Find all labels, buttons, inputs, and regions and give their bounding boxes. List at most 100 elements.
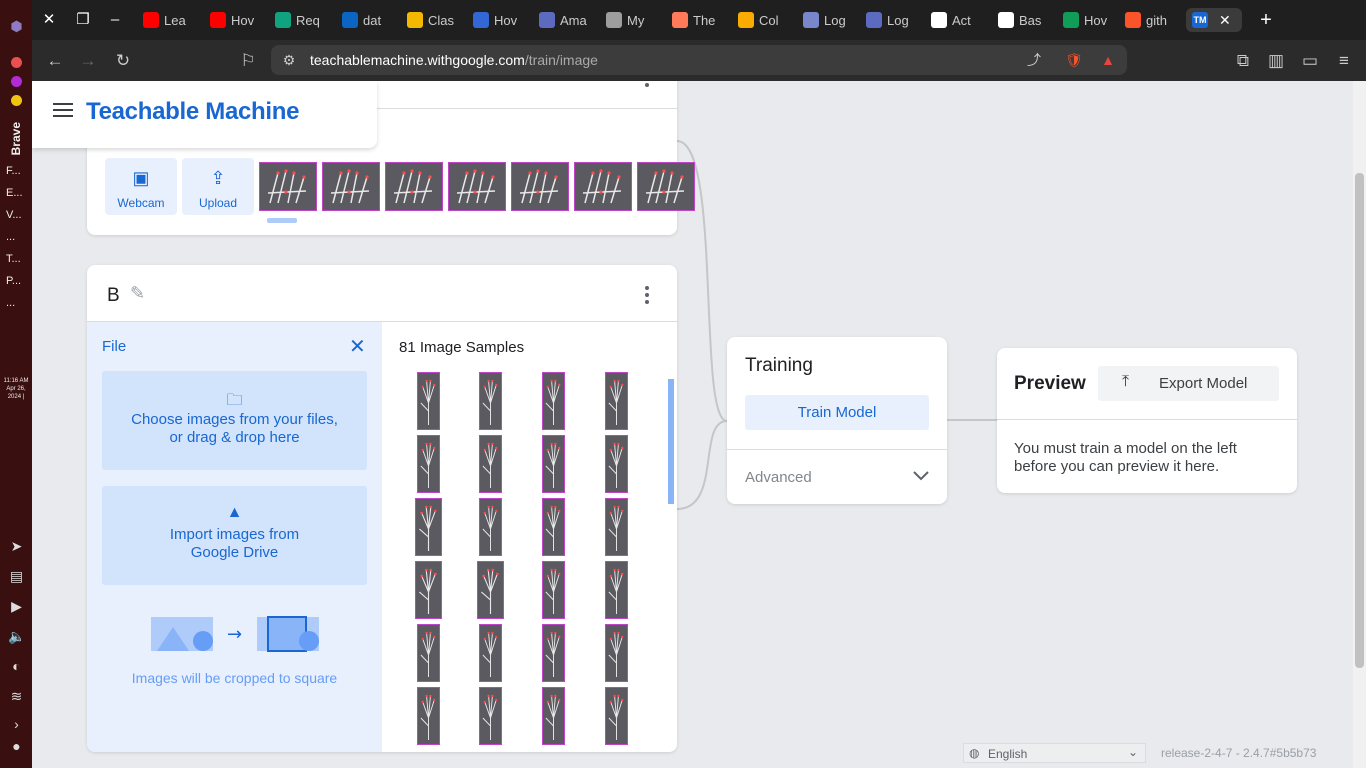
extensions-icon[interactable]: ⧉ [1232,50,1254,72]
restore-window-icon[interactable]: ❐ [73,10,93,30]
browser-tab[interactable]: Hov [210,8,260,32]
browser-tab[interactable]: Act [931,8,981,32]
class-b-sample-thumbnail[interactable] [479,687,502,745]
class-b-sample-thumbnail[interactable] [417,372,440,430]
browser-tab[interactable]: Col [738,8,788,32]
class-a-sample-thumbnail[interactable] [511,162,569,211]
class-a-more-icon[interactable] [645,81,649,87]
class-b-sample-thumbnail[interactable] [415,498,442,556]
close-tab-icon[interactable]: ✕ [1219,12,1231,29]
class-b-sample-thumbnail[interactable] [605,435,628,493]
class-b-sample-thumbnail[interactable] [417,687,440,745]
class-b-sample-thumbnail[interactable] [417,624,440,682]
dock-bookmark[interactable]: T... [6,253,21,265]
class-b-sample-thumbnail[interactable] [542,687,565,745]
browser-tab[interactable]: My [606,8,656,32]
back-icon[interactable]: ← [44,50,66,72]
class-b-sample-thumbnail[interactable] [605,687,628,745]
address-bar[interactable]: ⚙ teachablemachine.withgoogle.com/train/… [271,45,1127,75]
close-window-icon[interactable]: ✕ [39,10,59,30]
minimize-window-icon[interactable]: – [105,10,125,30]
language-select[interactable]: ◍ English ⌄ [963,743,1146,763]
dock-bookmark[interactable]: ... [6,231,15,243]
browser-tab[interactable]: Clas [407,8,457,32]
browser-tab[interactable]: dat [342,8,392,32]
menu-icon[interactable]: ≡ [1333,50,1355,72]
samples-scrollbar[interactable] [668,379,674,504]
pin-icon[interactable]: ● [8,738,25,755]
class-b-sample-thumbnail[interactable] [605,624,628,682]
play-icon[interactable]: ▶ [8,598,25,615]
share-icon[interactable]: ⤴ [1025,51,1043,69]
brave-shields-icon[interactable]: 🛡 [1065,51,1083,69]
class-b-sample-thumbnail[interactable] [477,561,504,619]
upload-button[interactable]: ⇪ Upload [182,158,254,215]
browser-tab[interactable]: Ama [539,8,589,32]
webcam-button[interactable]: ▣ Webcam [105,158,177,215]
send-icon[interactable]: ➤ [8,538,25,555]
brave-rewards-icon[interactable]: ▲ [1099,51,1117,69]
class-a-sample-thumbnail[interactable] [259,162,317,211]
new-tab-icon[interactable]: + [1256,10,1276,30]
class-b-sample-thumbnail[interactable] [417,435,440,493]
class-b-sample-thumbnail[interactable] [479,435,502,493]
dock-bookmark[interactable]: P... [6,275,21,287]
chevron-right-icon[interactable]: › [8,716,25,733]
class-b-sample-thumbnail[interactable] [542,372,565,430]
site-settings-icon[interactable]: ⚙ [280,51,298,69]
class-b-sample-thumbnail[interactable] [479,498,502,556]
page-scrollbar-thumb[interactable] [1355,173,1364,668]
class-a-thumbnail-scrollbar[interactable] [267,218,297,223]
clipboard-icon[interactable]: ▤ [8,568,25,585]
browser-tab[interactable]: Req [275,8,325,32]
class-b-sample-thumbnail[interactable] [605,372,628,430]
choose-files-dropzone[interactable]: 🗀 Choose images from your files, or drag… [102,371,367,470]
pencil-icon[interactable]: ✎ [130,283,152,305]
browser-tab[interactable]: Log [803,8,853,32]
class-a-sample-thumbnail[interactable] [448,162,506,211]
wallet-icon[interactable]: ▭ [1299,50,1321,72]
class-a-sample-thumbnail[interactable] [574,162,632,211]
dock-bookmark[interactable]: V... [6,209,22,221]
os-launcher-icon[interactable]: ⬢ [8,18,25,35]
browser-tab[interactable]: Lea [143,8,193,32]
chevron-down-icon[interactable] [911,465,931,485]
class-b-sample-thumbnail[interactable] [479,372,502,430]
browser-tab[interactable]: Bas [998,8,1048,32]
url-text[interactable]: teachablemachine.withgoogle.com/train/im… [310,52,598,68]
browser-tab[interactable]: The [672,8,722,32]
theme-icon[interactable]: ◐ [8,658,25,675]
reload-icon[interactable]: ↻ [112,50,134,72]
class-b-sample-thumbnail[interactable] [542,498,565,556]
class-a-sample-thumbnail[interactable] [637,162,695,211]
class-a-sample-thumbnail[interactable] [385,162,443,211]
google-drive-import-button[interactable]: ▲ Import images from Google Drive [102,486,367,585]
browser-tab[interactable]: Log [866,8,916,32]
class-b-sample-thumbnail[interactable] [542,624,565,682]
app-title[interactable]: Teachable Machine [86,98,300,126]
hamburger-menu-icon[interactable] [53,103,73,119]
class-b-sample-thumbnail[interactable] [605,498,628,556]
browser-tab[interactable]: Hov [473,8,523,32]
advanced-toggle-label[interactable]: Advanced [745,469,812,486]
class-b-sample-thumbnail[interactable] [542,561,565,619]
volume-icon[interactable]: 🔈 [8,628,25,645]
dock-bookmark[interactable]: F... [6,165,21,177]
browser-tab[interactable]: Hov [1063,8,1113,32]
train-model-button[interactable]: Train Model [745,395,929,430]
class-b-sample-thumbnail[interactable] [542,435,565,493]
export-model-button[interactable]: ⤒ Export Model [1098,366,1279,401]
tab-teachable-machine[interactable]: TM ✕ [1186,8,1242,32]
class-b-name[interactable]: B [107,285,120,307]
class-b-sample-thumbnail[interactable] [605,561,628,619]
browser-tab[interactable]: gith [1125,8,1175,32]
close-icon[interactable]: ✕ [349,337,367,357]
class-b-more-icon[interactable] [645,286,649,304]
class-b-sample-thumbnail[interactable] [415,561,442,619]
forward-icon[interactable]: → [77,50,99,72]
sidebar-icon[interactable]: ▥ [1265,50,1287,72]
class-a-sample-thumbnail[interactable] [322,162,380,211]
dock-bookmark[interactable]: E... [6,187,23,199]
page-scrollbar[interactable] [1353,81,1366,768]
dock-bookmark[interactable]: ... [6,297,15,309]
